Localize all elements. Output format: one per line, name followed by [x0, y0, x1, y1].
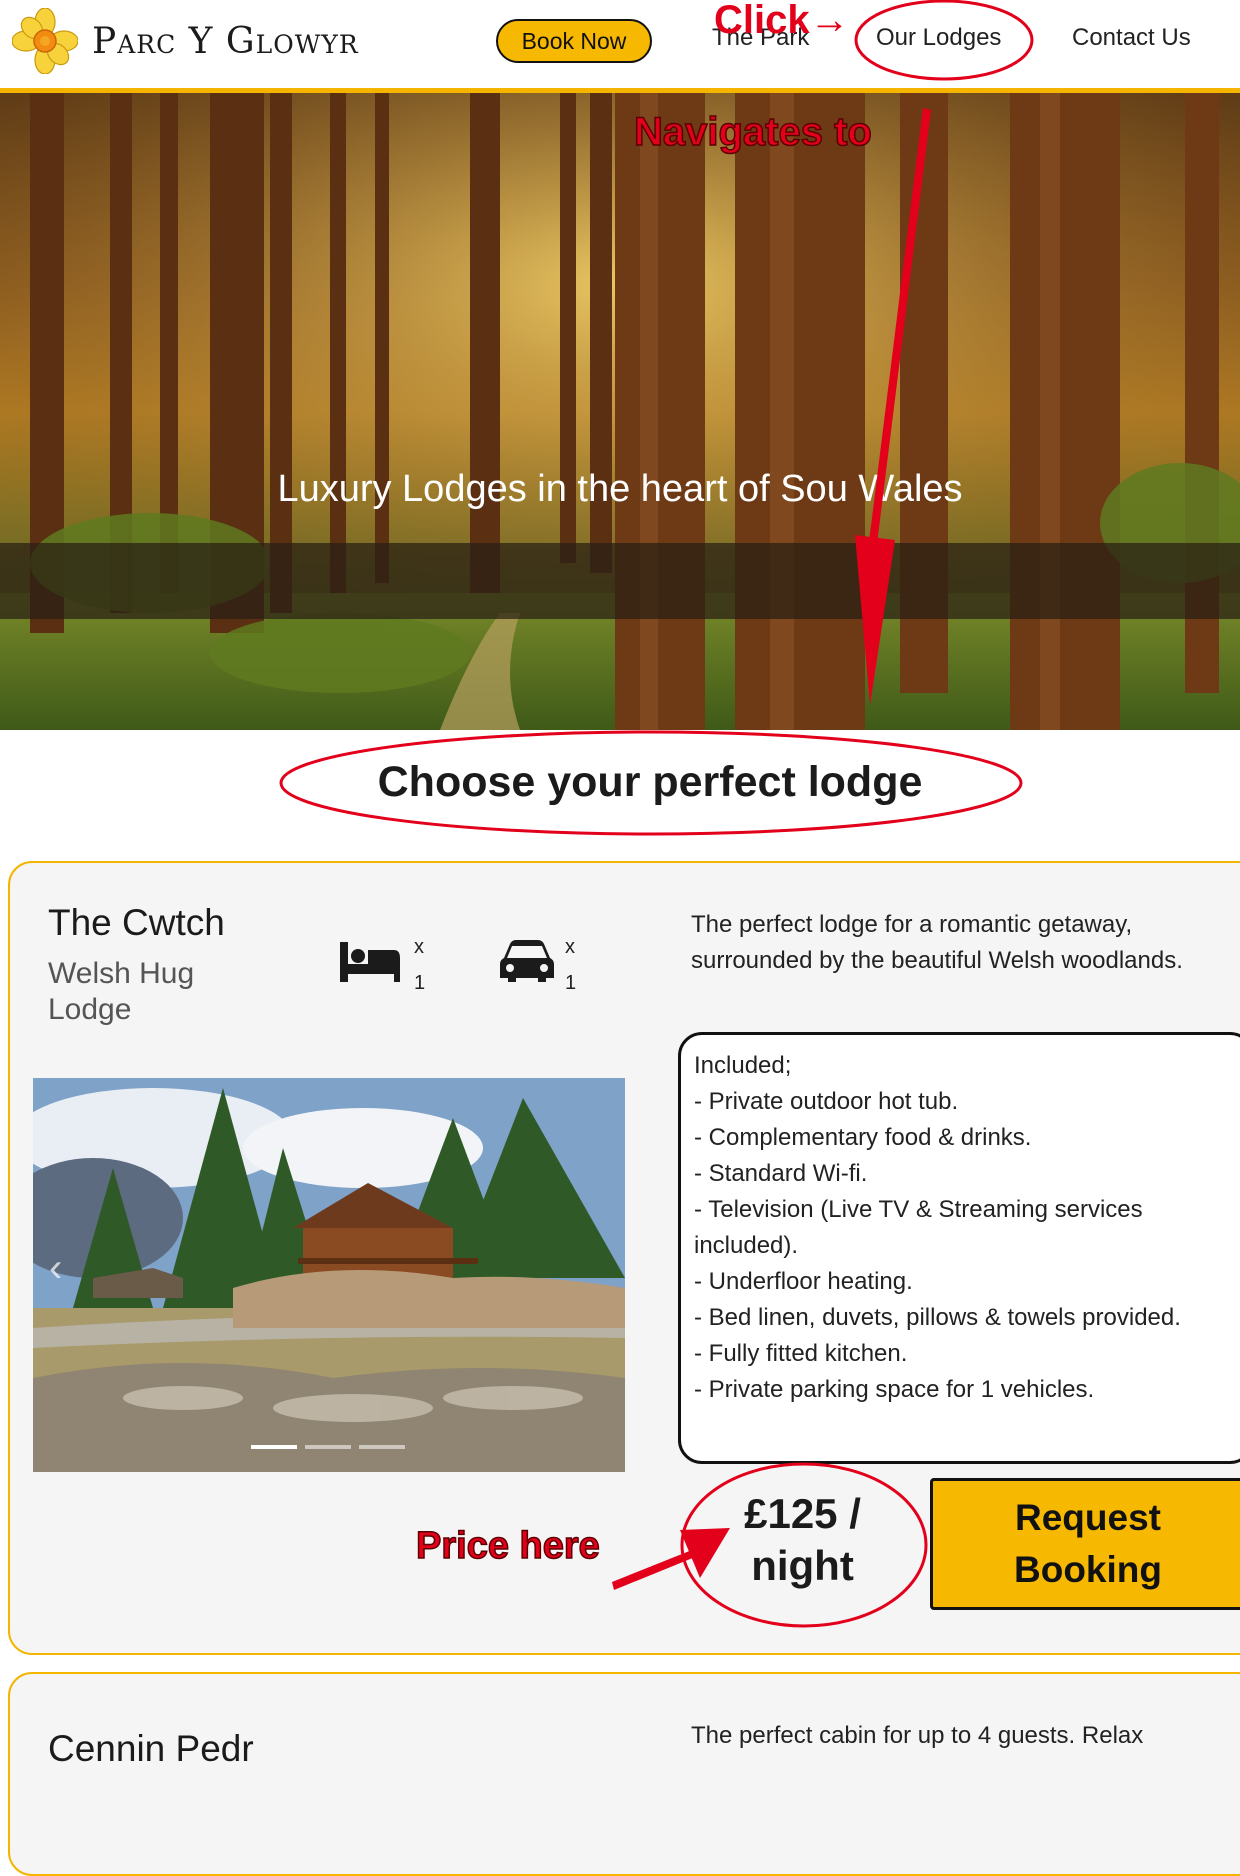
- beds-x: x: [414, 936, 424, 958]
- price-amount: £125 /: [744, 1490, 861, 1537]
- lodge-price: £125 / night: [700, 1488, 905, 1592]
- carousel-prev-icon[interactable]: ‹: [49, 1248, 79, 1288]
- included-item: - Underfloor heating.: [694, 1268, 913, 1295]
- forest-hero-image: [0, 93, 1240, 730]
- lodge-description: The perfect lodge for a romantic getaway…: [691, 911, 1183, 974]
- car-icon: [500, 940, 554, 982]
- lodge-card: [8, 1672, 1240, 1876]
- included-item: - Fully fitted kitchen.: [694, 1340, 908, 1367]
- included-item: - Private outdoor hot tub.: [694, 1088, 959, 1115]
- lodge-name: Cennin Pedr: [48, 1728, 254, 1769]
- hero-banner: [0, 93, 1240, 730]
- annotation-click: Click→: [714, 0, 850, 42]
- lodge-image-carousel[interactable]: ‹: [33, 1078, 625, 1472]
- bed-icon: [340, 942, 400, 982]
- book-now-button[interactable]: Book Now: [496, 19, 652, 63]
- site-header: Parc Y Glowyr Book Now The Park Our Lodg…: [0, 0, 1240, 93]
- carousel-indicators: [251, 1445, 405, 1449]
- included-list: Included; - Private outdoor hot tub. - C…: [694, 1048, 1234, 1408]
- parking-x: x: [565, 936, 575, 958]
- hero-title: Luxury Lodges in the heart of Sou Wales: [277, 468, 963, 510]
- carousel-dot[interactable]: [305, 1445, 351, 1449]
- lodge-name: The Cwtch: [48, 902, 225, 943]
- lodge-subtitle: Welsh Hug Lodge: [48, 957, 195, 1026]
- site-name: Parc Y Glowyr: [92, 20, 359, 62]
- lodge-description: The perfect cabin for up to 4 guests. Re…: [691, 1722, 1144, 1749]
- request-booking-label-1: Request: [1015, 1497, 1161, 1538]
- price-unit: night: [751, 1542, 854, 1589]
- beds-count: 1: [414, 972, 426, 994]
- request-booking-button[interactable]: Request Booking: [930, 1478, 1240, 1610]
- section-title: Choose your perfect lodge: [377, 758, 923, 806]
- nav-our-lodges[interactable]: Our Lodges: [876, 24, 1001, 52]
- request-booking-label-2: Booking: [1014, 1549, 1162, 1590]
- included-item: - Standard Wi-fi.: [694, 1160, 868, 1187]
- carousel-dot[interactable]: [359, 1445, 405, 1449]
- hero-caption-band: [0, 543, 1240, 619]
- included-item: - Television (Live TV & Streaming servic…: [694, 1196, 1143, 1259]
- included-item: - Private parking space for 1 vehicles.: [694, 1376, 1095, 1403]
- nav-contact-us[interactable]: Contact Us: [1072, 24, 1191, 52]
- parking-count: 1: [565, 972, 577, 994]
- included-title: Included;: [694, 1052, 792, 1079]
- annotation-navigates-to: Navigates to: [633, 109, 872, 155]
- annotation-price-here: Price here: [415, 1524, 600, 1568]
- logo[interactable]: Parc Y Glowyr: [12, 8, 359, 74]
- carousel-dot[interactable]: [251, 1445, 297, 1449]
- daffodil-logo-icon: [12, 8, 78, 74]
- lodge-photo: [33, 1078, 625, 1472]
- included-item: - Complementary food & drinks.: [694, 1124, 1032, 1151]
- included-item: - Bed linen, duvets, pillows & towels pr…: [694, 1304, 1181, 1331]
